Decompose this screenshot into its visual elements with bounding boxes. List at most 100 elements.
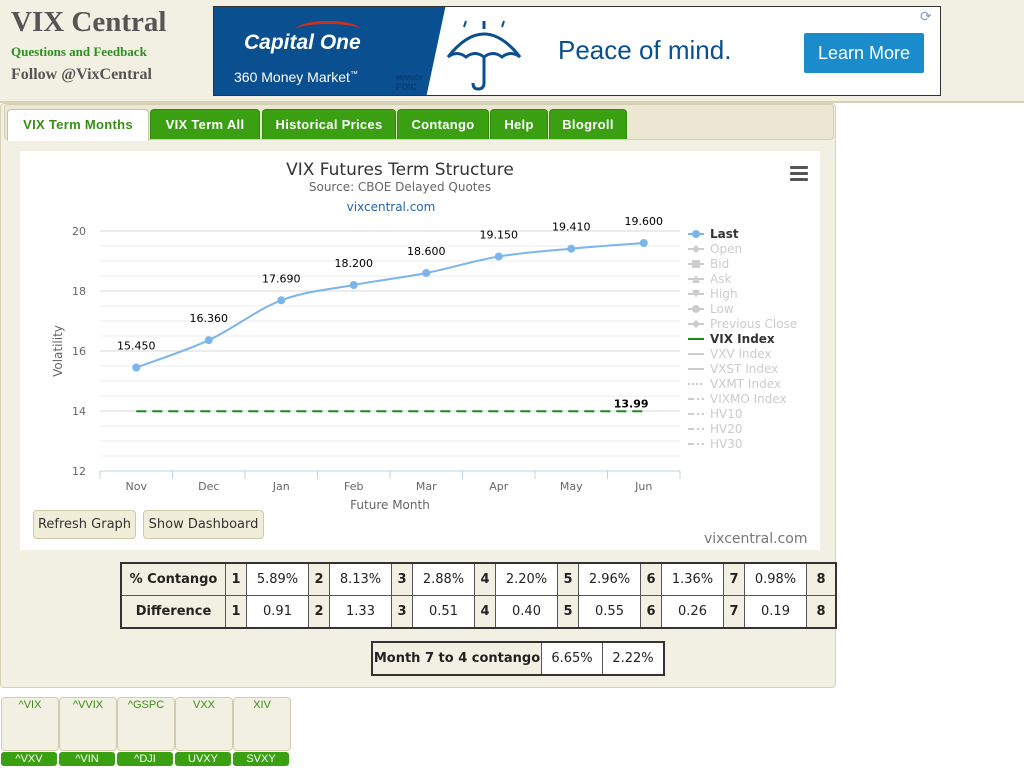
- x-tick-label: Jun: [634, 480, 652, 493]
- ticker-vxx[interactable]: VXX: [175, 697, 233, 751]
- ticker-label[interactable]: ^VIX: [2, 698, 58, 712]
- last-data-label: 19.410: [552, 221, 591, 234]
- ticker-vin[interactable]: ^VIN: [59, 752, 115, 766]
- tab-historical-prices[interactable]: Historical Prices: [262, 109, 396, 139]
- chart-credit[interactable]: vixcentral.com: [704, 531, 807, 547]
- contango-value: 2.88%: [412, 562, 475, 596]
- month-number: 6: [640, 562, 662, 596]
- chart-subtitle: Source: CBOE Delayed Quotes: [309, 180, 491, 194]
- last-data-point: [422, 269, 431, 277]
- y-tick-label: 20: [72, 225, 86, 238]
- month-number: 3: [391, 595, 413, 629]
- x-tick-label: Jan: [272, 480, 290, 493]
- ticker-vix[interactable]: ^VIX: [1, 697, 59, 751]
- ticker-label[interactable]: ^GSPC: [118, 698, 174, 712]
- ad-product-mark: ™: [349, 69, 358, 79]
- ticker-dji[interactable]: ^DJI: [117, 752, 173, 766]
- legend-marker-icon: [692, 230, 700, 238]
- y-tick-label: 12: [72, 465, 86, 478]
- legend-item-label[interactable]: Bid: [710, 257, 729, 271]
- refresh-graph-button[interactable]: Refresh Graph: [33, 510, 136, 539]
- month-number: 3: [391, 562, 413, 596]
- site-title[interactable]: VIX Central: [11, 6, 166, 39]
- legend-item-label[interactable]: VXST Index: [710, 362, 778, 376]
- legend-item-label[interactable]: Last: [710, 227, 739, 241]
- table-row: Difference 1 0.91 2 1.33 3 0.51 4 0.40 5 0.55…: [120, 595, 837, 629]
- ticker-xiv[interactable]: XIV: [233, 697, 291, 751]
- ticker-vxv[interactable]: ^VXV: [1, 752, 57, 766]
- ad-headline: Peace of mind.: [558, 35, 732, 65]
- legend-item-label[interactable]: HV20: [710, 422, 743, 436]
- x-tick-label: May: [560, 480, 583, 493]
- difference-value: 0.19: [744, 595, 807, 629]
- legend-item-label[interactable]: Previous Close: [710, 317, 797, 331]
- legend-item-label[interactable]: HV30: [710, 437, 743, 451]
- legend-item-label[interactable]: VXMT Index: [710, 377, 781, 391]
- chart-series: 13.99 15.450 16.360 17.690 18.200 18.600 19.15…: [117, 215, 664, 413]
- ticker-label[interactable]: ^VVIX: [60, 698, 116, 712]
- row-label: % Contango: [120, 562, 226, 596]
- chart-legend[interactable]: LastOpenBidAskHighLowPrevious CloseVIX I…: [688, 227, 797, 451]
- ticker-vvix[interactable]: ^VVIX: [59, 697, 117, 751]
- y-tick-label: 18: [72, 285, 86, 298]
- chart-grid: [100, 230, 680, 472]
- ticker-svxy[interactable]: SVXY: [233, 752, 289, 766]
- month-7-to-4-table: Month 7 to 4 contango 6.65% 2.22%: [371, 641, 665, 676]
- month-number: 1: [225, 562, 247, 596]
- legend-item-label[interactable]: VIX Index: [710, 332, 775, 346]
- tab-blogroll[interactable]: Blogroll: [549, 109, 627, 139]
- chart-container: VIX Futures Term Structure Source: CBOE …: [20, 151, 820, 550]
- legend-item-label[interactable]: High: [710, 287, 738, 301]
- ticker-gspc[interactable]: ^GSPC: [117, 697, 175, 751]
- last-data-label: 18.600: [407, 245, 446, 258]
- last-data-point: [349, 281, 358, 289]
- contango-value: 2.20%: [495, 562, 558, 596]
- last-data-point: [494, 252, 503, 261]
- contango-value: 5.89%: [246, 562, 309, 596]
- feedback-link[interactable]: Questions and Feedback: [11, 44, 147, 60]
- chart-menu-icon[interactable]: [790, 166, 808, 182]
- contango-table: % Contango 1 5.89% 2 8.13% 3 2.88% 4 2.20% 5…: [120, 562, 837, 629]
- x-tick-label: Nov: [126, 480, 148, 493]
- ticker-uvxy[interactable]: UVXY: [175, 752, 231, 766]
- legend-item-label[interactable]: VIXMO Index: [710, 392, 787, 406]
- show-dashboard-button[interactable]: Show Dashboard: [143, 510, 264, 539]
- umbrella-icon: [446, 20, 522, 91]
- tab-contango[interactable]: Contango: [397, 109, 489, 139]
- row-label: Difference: [120, 595, 226, 629]
- tab-vix-term-all[interactable]: VIX Term All: [150, 109, 260, 139]
- ad-brand: Capital One: [244, 31, 361, 54]
- ad-product: 360 Money Market™: [234, 69, 358, 85]
- legend-item-label[interactable]: VXV Index: [710, 347, 772, 361]
- legend-item-label[interactable]: Low: [710, 302, 734, 316]
- last-data-label: 19.150: [480, 229, 519, 242]
- tab-vix-term-months[interactable]: VIX Term Months: [7, 109, 149, 141]
- chart-source-link[interactable]: vixcentral.com: [347, 200, 436, 214]
- follow-link[interactable]: Follow @VixCentral: [11, 66, 152, 84]
- x-tick-label: Apr: [489, 480, 509, 493]
- last-series-line: [135, 242, 644, 369]
- ticker-label[interactable]: XIV: [234, 698, 290, 712]
- month-number: 5: [557, 595, 579, 629]
- legend-marker-icon: [692, 305, 700, 313]
- legend-item-label[interactable]: Ask: [710, 272, 731, 286]
- last-data-point: [204, 336, 213, 345]
- learn-more-button[interactable]: Learn More: [804, 33, 924, 73]
- month74-value-2: 2.22%: [602, 641, 665, 676]
- legend-marker-icon: [692, 245, 700, 253]
- contango-value: 0.98%: [744, 562, 807, 596]
- y-tick-label: 14: [72, 405, 86, 418]
- refresh-icon[interactable]: ⟳: [920, 9, 932, 25]
- ad-banner[interactable]: Capital One 360 Money Market™ MEMBER FDIC…: [213, 6, 941, 96]
- legend-item-label[interactable]: HV10: [710, 407, 743, 421]
- legend-item-label[interactable]: Open: [710, 242, 742, 256]
- difference-value: 0.51: [412, 595, 475, 629]
- last-data-label: 18.200: [335, 257, 374, 270]
- last-data-label: 17.690: [262, 272, 301, 285]
- table-row: Month 7 to 4 contango 6.65% 2.22%: [371, 641, 665, 676]
- last-data-label: 19.600: [625, 215, 664, 228]
- month-number: 5: [557, 562, 579, 596]
- y-axis: 12 14 16 18 20: [72, 225, 86, 478]
- tab-help[interactable]: Help: [490, 109, 548, 139]
- ticker-label[interactable]: VXX: [176, 698, 232, 712]
